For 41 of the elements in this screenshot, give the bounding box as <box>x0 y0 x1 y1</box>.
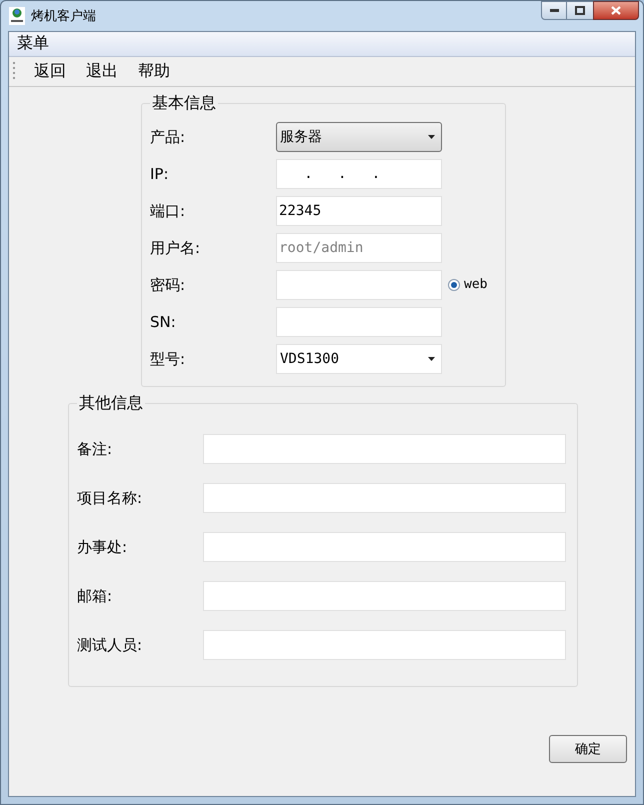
input-field[interactable] <box>203 434 566 464</box>
maximize-icon <box>575 6 585 15</box>
close-button[interactable] <box>593 1 639 20</box>
dropdown[interactable]: 服务器 <box>276 122 442 152</box>
input-field[interactable] <box>276 270 442 300</box>
radio-label: web <box>464 276 488 294</box>
field-label: 端口: <box>150 200 186 222</box>
menu-item[interactable]: 菜单 <box>17 32 49 56</box>
dropdown[interactable]: VDS1300 <box>276 344 442 374</box>
field-label: 密码: <box>150 274 186 296</box>
input-field[interactable] <box>203 630 566 660</box>
field-label: 邮箱: <box>77 586 114 607</box>
ok-button[interactable]: 确定 <box>549 735 627 763</box>
input-field[interactable] <box>276 307 442 337</box>
input-field[interactable]: root/admin <box>276 233 442 263</box>
field-label: 测试人员: <box>77 634 144 656</box>
window-title: 烤机客户端 <box>31 7 96 26</box>
maximize-button[interactable] <box>567 1 593 20</box>
field-label: 用户名: <box>150 238 202 259</box>
radio-button[interactable] <box>448 279 460 291</box>
toolbar-button[interactable]: 退出 <box>84 60 120 84</box>
input-field[interactable] <box>203 532 566 562</box>
field-label: IP: <box>150 164 170 185</box>
toolbar-button[interactable]: 返回 <box>32 60 68 84</box>
input-field[interactable] <box>203 483 566 513</box>
input-field[interactable]: 22345 <box>276 196 442 226</box>
input-field[interactable]: . . . <box>276 159 442 189</box>
field-label: 型号: <box>150 348 186 370</box>
minimize-icon <box>550 9 558 12</box>
app-logo-icon <box>9 7 25 25</box>
field-label: 办事处: <box>77 536 128 558</box>
field-label: 备注: <box>77 438 114 460</box>
caret-icon <box>428 135 435 139</box>
field-label: 项目名称: <box>77 488 144 509</box>
minimize-button[interactable] <box>541 1 567 20</box>
toolbar-button[interactable]: 帮助 <box>136 60 172 84</box>
close-icon <box>611 6 621 15</box>
caret-icon <box>428 357 435 361</box>
input-field[interactable] <box>203 581 566 611</box>
field-label: SN: <box>150 312 177 333</box>
field-label: 产品: <box>150 126 186 148</box>
